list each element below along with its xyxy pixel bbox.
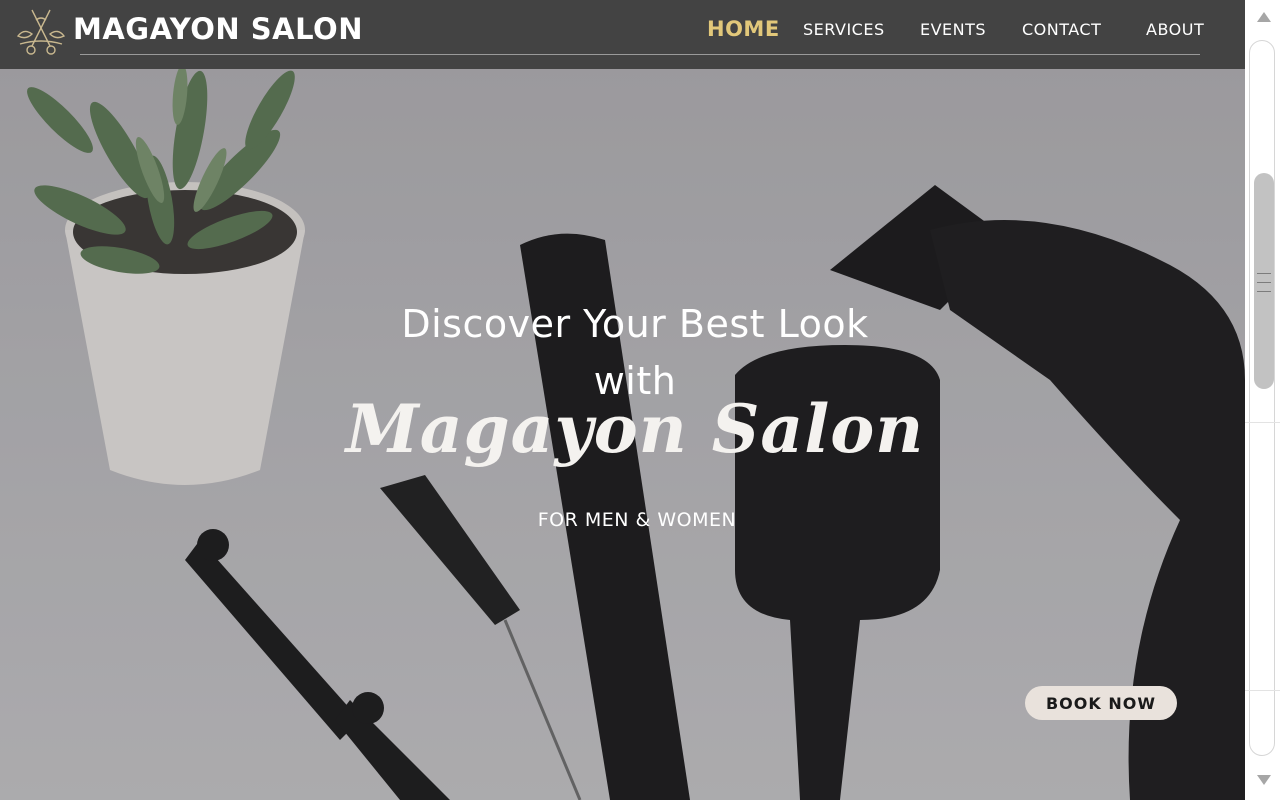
scissors-ornament-icon[interactable] <box>14 6 68 58</box>
nav-contact[interactable]: CONTACT <box>1022 20 1101 44</box>
scroll-thumb[interactable] <box>1254 173 1274 389</box>
header-divider <box>80 54 1200 55</box>
scroll-track-divider <box>1245 422 1280 423</box>
scroll-track-divider <box>1245 690 1280 691</box>
site-brand[interactable]: MAGAYON SALON <box>73 12 363 46</box>
hero-brand-name: Magayon Salon <box>345 390 925 468</box>
scroll-grip-line <box>1257 282 1271 283</box>
scroll-down-arrow-icon[interactable] <box>1257 775 1271 785</box>
book-now-button[interactable]: BOOK NOW <box>1025 686 1177 720</box>
page-scrollbar[interactable] <box>1245 0 1280 800</box>
nav-services[interactable]: SERVICES <box>803 20 885 44</box>
scroll-track[interactable] <box>1249 40 1275 756</box>
scroll-grip-line <box>1257 291 1271 292</box>
site-header: MAGAYON SALON HOME SERVICES EVENTS CONTA… <box>0 0 1245 69</box>
scroll-up-arrow-icon[interactable] <box>1257 12 1271 22</box>
nav-home[interactable]: HOME <box>707 17 780 41</box>
nav-events[interactable]: EVENTS <box>920 20 986 44</box>
nav-about[interactable]: ABOUT <box>1146 20 1204 44</box>
scroll-grip-line <box>1257 273 1271 274</box>
hero-tagline: FOR MEN & WOMEN <box>537 509 737 531</box>
hero-headline-line1: Discover Your Best Look <box>401 302 869 346</box>
